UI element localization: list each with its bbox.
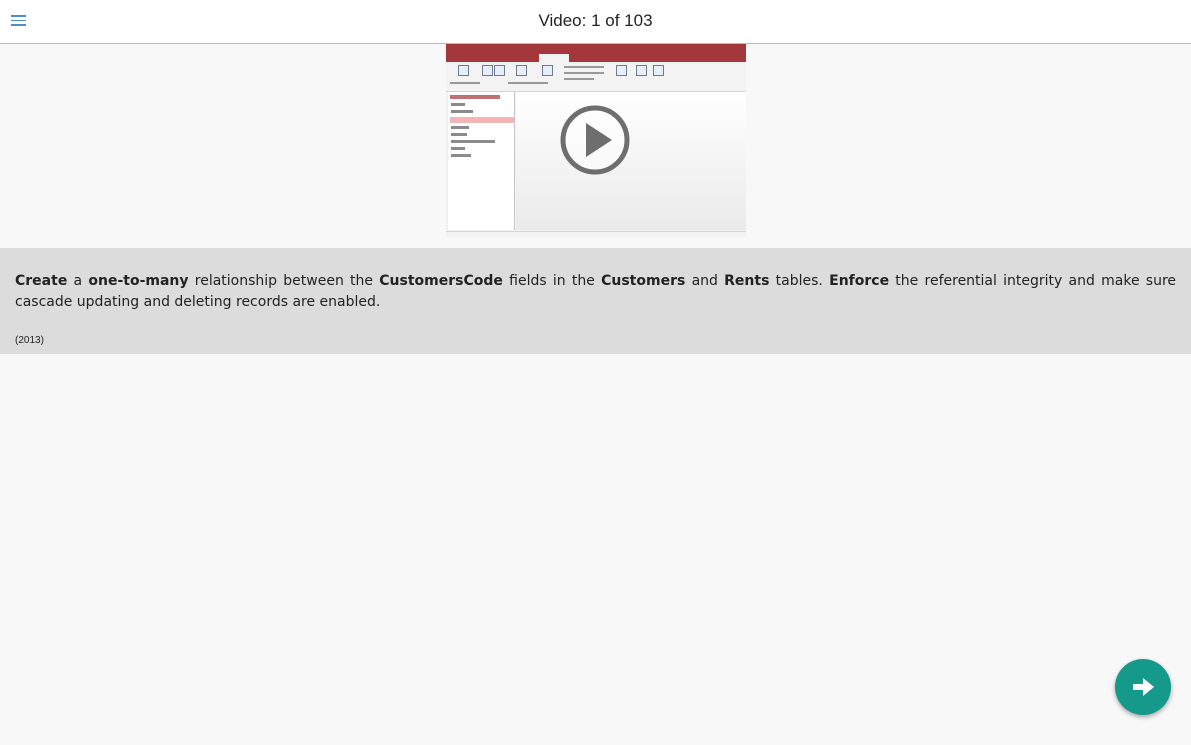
question-keyword: Create xyxy=(15,273,68,289)
video-thumbnail[interactable] xyxy=(446,44,746,238)
arrow-right-icon xyxy=(1133,678,1154,696)
question-text: Create a one-to-many relationship betwee… xyxy=(15,271,1176,313)
question-keyword: CustomersCode xyxy=(379,273,503,289)
play-icon[interactable] xyxy=(560,105,630,175)
question-year: (2013) xyxy=(15,335,44,346)
video-preview-workspace xyxy=(516,92,746,230)
next-button[interactable] xyxy=(1115,659,1171,715)
video-preview-titlebar xyxy=(446,44,746,53)
video-preview-tabs xyxy=(446,53,746,62)
question-panel: Create a one-to-many relationship betwee… xyxy=(0,248,1191,354)
video-preview-ribbon xyxy=(446,62,746,92)
question-text-run: tables. xyxy=(769,273,830,289)
question-text-run: fields in the xyxy=(502,273,602,289)
page-title: Video: 1 of 103 xyxy=(538,11,653,30)
question-text-run: and xyxy=(685,273,725,289)
question-keyword: Customers xyxy=(601,273,686,289)
question-text-run: relationship between the xyxy=(188,273,380,289)
top-bar: Video: 1 of 103 xyxy=(0,0,1191,44)
video-preview-navigation-pane xyxy=(448,92,515,230)
question-text-run: a xyxy=(67,273,89,289)
question-keyword: Rents xyxy=(724,273,770,289)
question-keyword: one-to-many xyxy=(88,273,189,289)
question-keyword: Enforce xyxy=(829,273,890,289)
